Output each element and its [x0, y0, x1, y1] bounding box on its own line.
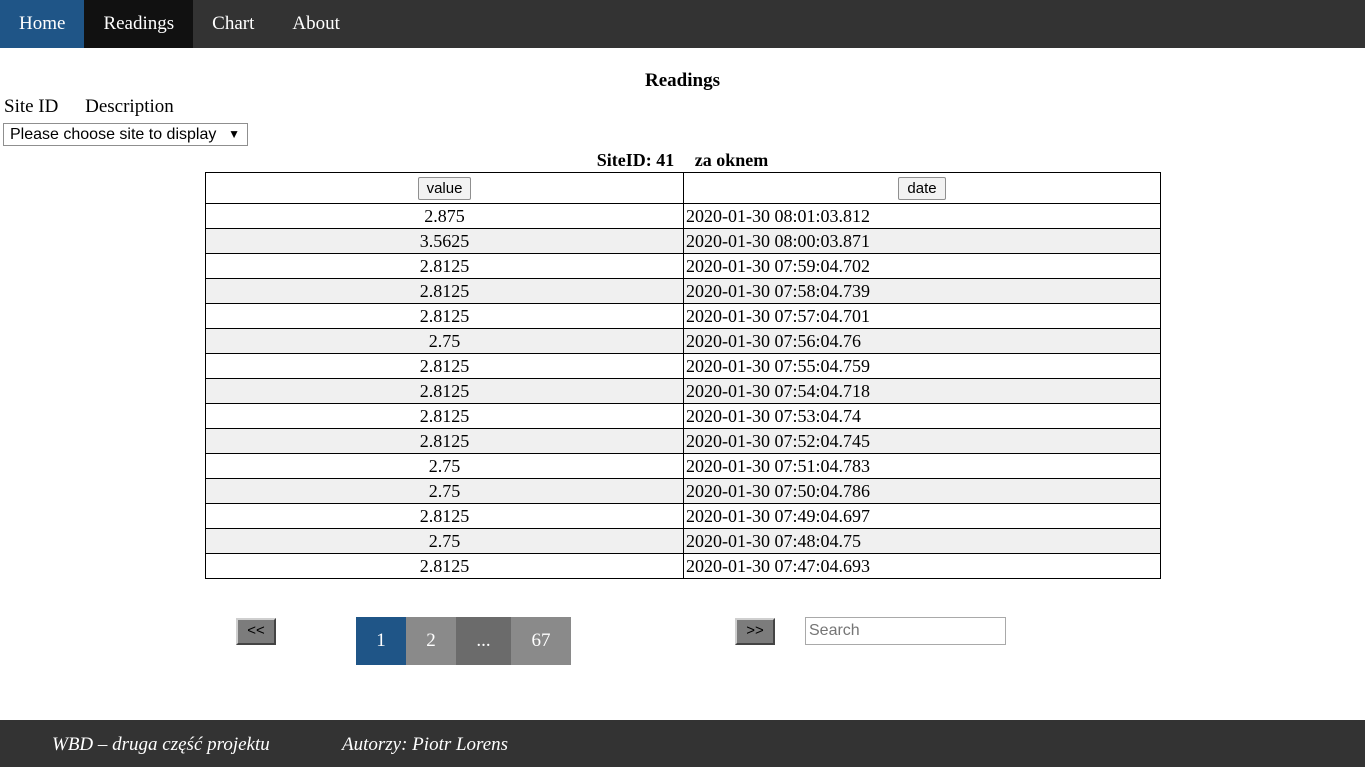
- date-cell: 2020-01-30 08:01:03.812: [683, 203, 1161, 229]
- footer: WBD – druga część projektu Autorzy: Piot…: [0, 720, 1365, 767]
- value-cell: 2.8125: [205, 503, 684, 529]
- table-row: 3.5625 2020-01-30 08:00:03.871: [205, 228, 1161, 254]
- site-select-value: Please choose site to display: [10, 126, 217, 143]
- table-row: 2.875 2020-01-30 08:01:03.812: [205, 203, 1161, 229]
- site-description: za oknem: [694, 150, 769, 170]
- date-cell: 2020-01-30 07:59:04.702: [683, 253, 1161, 279]
- date-cell: 2020-01-30 07:56:04.76: [683, 328, 1161, 354]
- table-row: 2.8125 2020-01-30 07:57:04.701: [205, 303, 1161, 329]
- table-row: 2.75 2020-01-30 07:51:04.783: [205, 453, 1161, 479]
- date-cell: 2020-01-30 08:00:03.871: [683, 228, 1161, 254]
- date-cell: 2020-01-30 07:52:04.745: [683, 428, 1161, 454]
- table-body: 2.875 2020-01-30 08:01:03.812 3.5625 2020-0…: [205, 203, 1161, 579]
- site-id-caption: SiteID: 41: [596, 150, 675, 170]
- readings-page: Home Readings Chart About Readings Site …: [0, 0, 1365, 767]
- table-row: 2.8125 2020-01-30 07:58:04.739: [205, 278, 1161, 304]
- value-cell: 2.875: [205, 203, 684, 229]
- date-cell: 2020-01-30 07:57:04.701: [683, 303, 1161, 329]
- site-select[interactable]: Please choose site to display ▼: [3, 123, 248, 146]
- date-cell: 2020-01-30 07:58:04.739: [683, 278, 1161, 304]
- table-header-row: value date: [205, 172, 1161, 204]
- table-row: 2.8125 2020-01-30 07:47:04.693: [205, 553, 1161, 579]
- site-caption: SiteID: 41 za oknem: [0, 150, 1365, 171]
- sort-value-button[interactable]: value: [417, 176, 472, 200]
- next-page-button[interactable]: >>: [735, 618, 775, 645]
- readings-table: value date 2.875 2020-01-30 08:01:03.812 3…: [205, 172, 1161, 579]
- sort-date-button[interactable]: date: [898, 176, 946, 200]
- value-cell: 2.8125: [205, 278, 684, 304]
- date-cell: 2020-01-30 07:49:04.697: [683, 503, 1161, 529]
- page-title: Readings: [645, 70, 720, 91]
- date-cell: 2020-01-30 07:54:04.718: [683, 378, 1161, 404]
- value-cell: 2.8125: [205, 428, 684, 454]
- value-cell: 2.8125: [205, 403, 684, 429]
- footer-project: WBD – druga część projektu: [52, 734, 270, 755]
- date-column-header: date: [683, 172, 1161, 204]
- top-navigation: Home Readings Chart About: [0, 0, 1365, 48]
- page-2-button[interactable]: 2: [406, 617, 456, 665]
- value-column-header: value: [205, 172, 684, 204]
- nav-readings[interactable]: Readings: [84, 0, 194, 48]
- value-cell: 2.75: [205, 453, 684, 479]
- pagination: 1 2 ... 67: [356, 617, 571, 665]
- search-input[interactable]: [805, 617, 1006, 645]
- value-cell: 2.8125: [205, 303, 684, 329]
- value-cell: 2.8125: [205, 353, 684, 379]
- date-cell: 2020-01-30 07:48:04.75: [683, 528, 1161, 554]
- page-last-button[interactable]: 67: [511, 617, 571, 665]
- chevron-down-icon: ▼: [228, 127, 240, 141]
- value-cell: 2.8125: [205, 253, 684, 279]
- date-cell: 2020-01-30 07:50:04.786: [683, 478, 1161, 504]
- date-cell: 2020-01-30 07:55:04.759: [683, 353, 1161, 379]
- nav-about[interactable]: About: [273, 0, 359, 48]
- table-row: 2.8125 2020-01-30 07:53:04.74: [205, 403, 1161, 429]
- value-cell: 2.8125: [205, 378, 684, 404]
- nav-chart[interactable]: Chart: [193, 0, 273, 48]
- page-1-button[interactable]: 1: [356, 617, 406, 665]
- value-cell: 2.75: [205, 528, 684, 554]
- value-cell: 3.5625: [205, 228, 684, 254]
- date-cell: 2020-01-30 07:51:04.783: [683, 453, 1161, 479]
- table-row: 2.8125 2020-01-30 07:59:04.702: [205, 253, 1161, 279]
- date-cell: 2020-01-30 07:53:04.74: [683, 403, 1161, 429]
- table-row: 2.75 2020-01-30 07:48:04.75: [205, 528, 1161, 554]
- page-ellipsis: ...: [456, 617, 511, 665]
- filter-labels: Site ID Description: [4, 96, 196, 118]
- description-label: Description: [85, 96, 174, 117]
- table-row: 2.8125 2020-01-30 07:49:04.697: [205, 503, 1161, 529]
- value-cell: 2.75: [205, 328, 684, 354]
- table-row: 2.75 2020-01-30 07:50:04.786: [205, 478, 1161, 504]
- prev-page-button[interactable]: <<: [236, 618, 276, 645]
- site-id-label: Site ID: [4, 96, 59, 117]
- footer-authors: Autorzy: Piotr Lorens: [342, 734, 509, 755]
- table-row: 2.8125 2020-01-30 07:52:04.745: [205, 428, 1161, 454]
- date-cell: 2020-01-30 07:47:04.693: [683, 553, 1161, 579]
- value-cell: 2.75: [205, 478, 684, 504]
- nav-home[interactable]: Home: [0, 0, 85, 48]
- table-row: 2.75 2020-01-30 07:56:04.76: [205, 328, 1161, 354]
- table-row: 2.8125 2020-01-30 07:54:04.718: [205, 378, 1161, 404]
- table-row: 2.8125 2020-01-30 07:55:04.759: [205, 353, 1161, 379]
- value-cell: 2.8125: [205, 553, 684, 579]
